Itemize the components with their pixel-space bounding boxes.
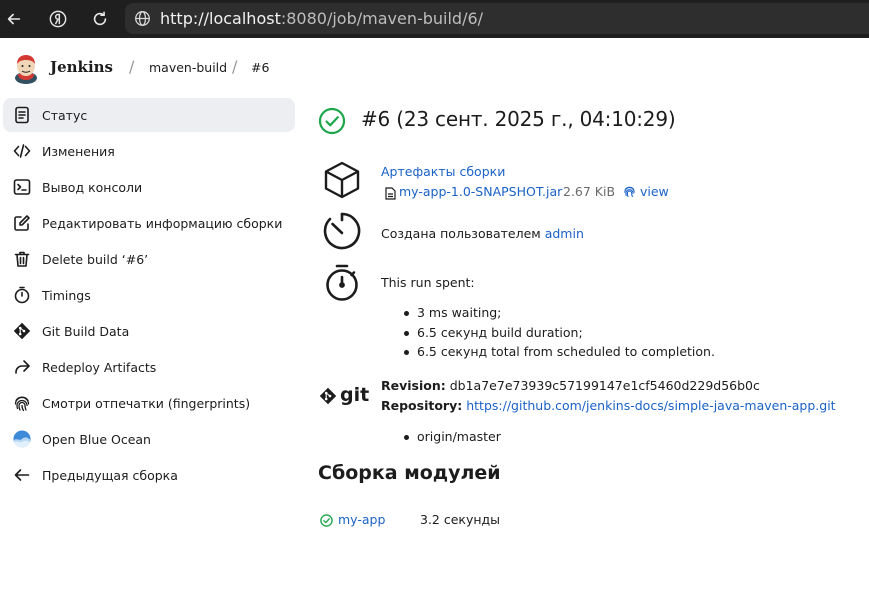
list-item: 6.5 секунд build duration; [400, 325, 715, 345]
list-item: origin/master [400, 429, 501, 449]
success-check-icon [318, 107, 346, 135]
jenkins-logo-icon[interactable] [12, 54, 40, 84]
sidebar-item-label: Изменения [42, 143, 115, 159]
browser-toolbar: http://localhost:8080/job/maven-build/6/ [0, 0, 869, 38]
timer-icon [323, 212, 361, 250]
terminal-icon [12, 177, 32, 197]
sidebar-item-previous-build[interactable]: Предыдущая сборка [3, 458, 295, 492]
sidebar-item-label: Статус [42, 107, 88, 123]
sidebar-item-timings[interactable]: Timings [3, 278, 295, 312]
page-title: #6 (23 сент. 2025 г., 04:10:29) [361, 107, 676, 131]
fingerprint-icon [12, 393, 32, 413]
stopwatch-icon [12, 285, 32, 305]
created-by: Создана пользователем admin [381, 226, 584, 241]
sidebar-item-label: Вывод консоли [42, 179, 143, 195]
list-item: 3 ms waiting; [400, 305, 715, 325]
artifacts-link[interactable]: Артефакты сборки [381, 164, 505, 179]
artifact-size: 2.67 KiB [563, 184, 616, 199]
sidebar-item-console[interactable]: Вывод консоли [3, 170, 295, 204]
sidebar-item-blue-ocean[interactable]: Open Blue Ocean [3, 422, 295, 456]
user-link[interactable]: admin [545, 226, 584, 241]
sidebar-item-git-build-data[interactable]: Git Build Data [3, 314, 295, 348]
globe-icon [135, 11, 150, 26]
url-text[interactable]: http://localhost:8080/job/maven-build/6/ [160, 9, 483, 28]
module-duration: 3.2 секунды [420, 512, 501, 527]
sidebar-item-label: Open Blue Ocean [42, 431, 151, 447]
fingerprint-icon [624, 186, 635, 198]
breadcrumb-separator: / [232, 57, 238, 76]
git-icon [319, 387, 337, 405]
repository-link[interactable]: https://github.com/jenkins-docs/simple-j… [466, 398, 835, 413]
sidebar-item-label: Git Build Data [42, 323, 130, 339]
sidebar-item-label: Редактировать информацию сборки [42, 215, 283, 231]
document-icon [12, 105, 32, 125]
sidebar-item-edit-build[interactable]: Редактировать информацию сборки [3, 206, 295, 240]
file-icon [385, 187, 396, 200]
breadcrumb-separator: / [129, 57, 135, 76]
sidebar-item-redeploy-artifacts[interactable]: Redeploy Artifacts [3, 350, 295, 384]
stopwatch-icon [326, 264, 358, 301]
git-icon [12, 321, 32, 341]
git-logo-text: git [340, 384, 370, 406]
reload-icon[interactable] [89, 8, 111, 30]
sidebar-item-delete-build[interactable]: Delete build ‘#6’ [3, 242, 295, 276]
sidebar-item-label: Timings [42, 287, 91, 303]
list-item: 6.5 секунд total from scheduled to compl… [400, 344, 715, 364]
jenkins-header: Jenkins / maven-build / #6 [0, 38, 869, 98]
jenkins-brand[interactable]: Jenkins [50, 58, 113, 76]
share-icon [12, 357, 32, 377]
timing-list: 3 ms waiting; 6.5 секунд build duration;… [400, 305, 715, 364]
sidebar-item-changes[interactable]: Изменения [3, 134, 295, 168]
git-repository: Repository: https://github.com/jenkins-d… [381, 398, 836, 413]
sidebar-item-label: Смотри отпечатки (fingerprints) [42, 395, 251, 411]
artifact-file-link[interactable]: my-app-1.0-SNAPSHOT.jar [399, 184, 562, 199]
sidebar-item-status[interactable]: Статус [3, 98, 295, 132]
back-arrow-icon[interactable] [3, 8, 25, 30]
breadcrumb-build[interactable]: #6 [251, 60, 269, 75]
sidebar-item-label: Предыдущая сборка [42, 467, 178, 483]
sidebar-item-label: Redeploy Artifacts [42, 359, 157, 375]
breadcrumb-job[interactable]: maven-build [149, 60, 227, 75]
address-bar[interactable]: http://localhost:8080/job/maven-build/6/ [125, 3, 869, 34]
edit-icon [12, 213, 32, 233]
sidebar-item-label: Delete build ‘#6’ [42, 251, 149, 267]
modules-heading: Сборка модулей [318, 462, 501, 484]
success-check-icon [320, 514, 333, 527]
timing-heading: This run spent: [381, 275, 475, 290]
module-link[interactable]: my-app [338, 512, 385, 527]
sidebar-item-fingerprints[interactable]: Смотри отпечатки (fingerprints) [3, 386, 295, 420]
arrow-left-icon [12, 465, 32, 485]
package-icon [324, 161, 360, 199]
git-logo: git [319, 384, 370, 407]
code-icon [12, 141, 32, 161]
artifact-view-link[interactable]: view [640, 184, 669, 199]
branch-list: origin/master [400, 429, 501, 449]
trash-icon [12, 249, 32, 269]
yandex-icon[interactable] [47, 8, 69, 30]
blue-ocean-icon [12, 429, 32, 449]
git-revision: Revision: db1a7e7e73939c57199147e1cf5460… [381, 378, 760, 393]
